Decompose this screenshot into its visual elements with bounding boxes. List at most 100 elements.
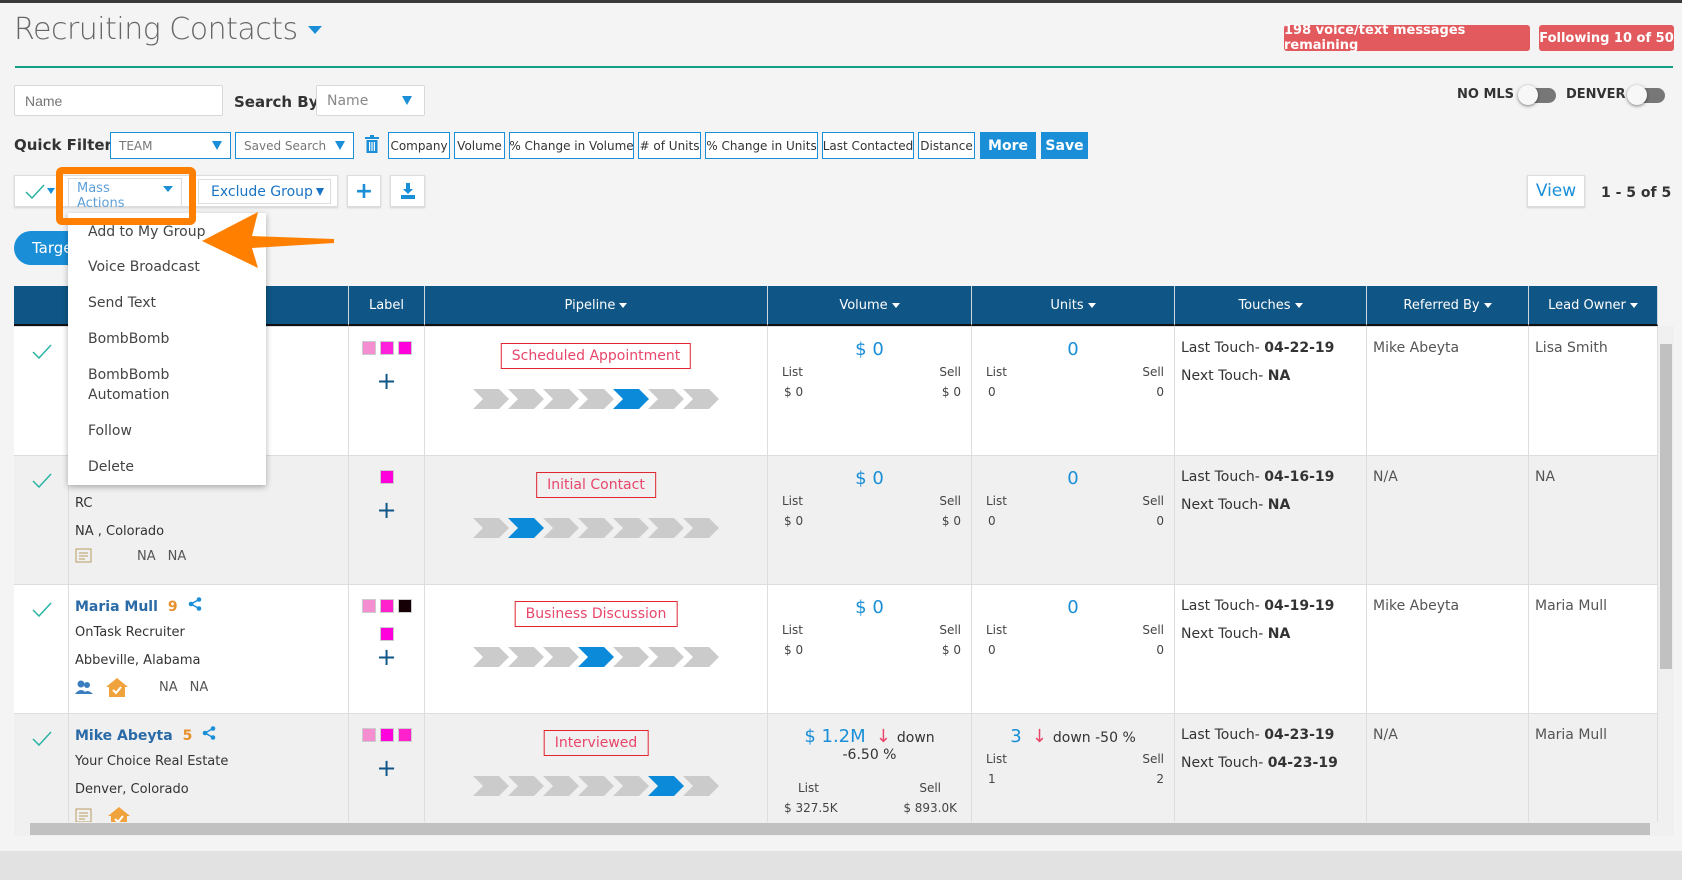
menu-item-voice-broadcast[interactable]: Voice Broadcast (88, 257, 200, 277)
menu-item-bombbomb-automation[interactable]: BombBomb Automation (88, 365, 208, 405)
pipeline-stage-chevron[interactable] (648, 389, 684, 409)
check-icon[interactable] (32, 472, 52, 488)
menu-item-delete[interactable]: Delete (88, 457, 134, 477)
column-header-pipeline[interactable]: Pipeline (425, 286, 768, 326)
filter-volume-button[interactable]: Volume (454, 132, 505, 159)
pipeline-stage-chevron[interactable] (683, 647, 719, 667)
name-search-input[interactable] (14, 85, 223, 116)
contact-name-link[interactable]: Mike Abeyta (75, 728, 173, 744)
add-label-icon[interactable]: + (349, 756, 424, 780)
filter-change-volume-button[interactable]: % Change in Volume (509, 132, 634, 159)
units-sell-value: 2 (1156, 772, 1164, 786)
view-button[interactable]: View (1527, 175, 1585, 207)
label-swatch[interactable] (379, 341, 394, 355)
search-by-select[interactable]: Name (316, 85, 425, 116)
add-label-icon[interactable]: + (349, 498, 424, 522)
label-swatch[interactable] (361, 728, 376, 742)
units-sell-value: 0 (1156, 514, 1164, 528)
vertical-scrollbar[interactable] (1658, 326, 1674, 822)
label-swatch[interactable] (361, 341, 376, 355)
denver-toggle[interactable] (1627, 85, 1665, 105)
pipeline-stage-chevron[interactable] (473, 518, 509, 538)
column-header-lead-owner[interactable]: Lead Owner (1529, 286, 1658, 326)
house-check-icon[interactable] (107, 806, 131, 822)
column-header-volume[interactable]: Volume (768, 286, 972, 326)
pipeline-stage-chevron[interactable] (543, 389, 579, 409)
share-icon[interactable] (202, 726, 216, 740)
pipeline-stage-chevron[interactable] (508, 776, 544, 796)
column-header-referred-by[interactable]: Referred By (1367, 286, 1529, 326)
label-swatch[interactable] (397, 728, 412, 742)
save-button[interactable]: Save (1041, 132, 1088, 159)
check-icon[interactable] (32, 601, 52, 617)
column-header-units[interactable]: Units (972, 286, 1175, 326)
horizontal-scrollbar[interactable] (14, 822, 1674, 836)
pipeline-stage-chevron[interactable] (613, 647, 649, 667)
exclude-group-select[interactable]: Exclude Group (198, 179, 331, 204)
label-swatch[interactable] (397, 341, 412, 355)
team-select[interactable]: TEAM (110, 132, 231, 159)
label-swatch[interactable] (379, 728, 394, 742)
pipeline-stage-chevron[interactable] (613, 776, 649, 796)
pipeline-stage-chevron[interactable] (683, 389, 719, 409)
saved-search-select[interactable]: Saved Search (235, 132, 354, 159)
no-mls-toggle[interactable] (1518, 85, 1556, 105)
pipeline-stage-chevron[interactable] (578, 647, 614, 667)
label-swatch[interactable] (379, 470, 394, 484)
pipeline-stage-chevron[interactable] (578, 776, 614, 796)
pipeline-stage-chevron[interactable] (543, 647, 579, 667)
trash-icon[interactable] (365, 135, 379, 153)
column-header-label: Referred By (1403, 297, 1480, 313)
label-swatch[interactable] (379, 627, 394, 641)
pipeline-stage-chevron[interactable] (648, 647, 684, 667)
menu-item-add-to-my-group[interactable]: Add to My Group (88, 222, 206, 242)
contact-icons: NA NA (75, 548, 186, 564)
team-icon[interactable] (75, 679, 93, 695)
chevron-down-icon (307, 25, 322, 34)
pipeline-stage-chevron[interactable] (473, 389, 509, 409)
label-swatch[interactable] (397, 599, 412, 613)
check-icon[interactable] (32, 730, 52, 746)
pipeline-stage-chevron[interactable] (683, 776, 719, 796)
house-check-icon[interactable] (105, 677, 129, 697)
add-contact-button[interactable]: + (347, 175, 381, 207)
menu-item-send-text[interactable]: Send Text (88, 293, 156, 313)
page-title-dropdown[interactable]: Recruiting Contacts (14, 12, 322, 47)
notes-icon[interactable] (75, 548, 93, 564)
column-header-touches[interactable]: Touches (1175, 286, 1367, 326)
pipeline-stage-chevron[interactable] (578, 389, 614, 409)
pipeline-stage-chevron[interactable] (508, 518, 544, 538)
filter-units-button[interactable]: # of Units (638, 132, 701, 159)
pipeline-stage-chevron[interactable] (508, 389, 544, 409)
filter-last-contacted-button[interactable]: Last Contacted (822, 132, 914, 159)
download-button[interactable] (390, 175, 425, 207)
menu-item-follow[interactable]: Follow (88, 421, 132, 441)
pipeline-stage-chevron[interactable] (508, 647, 544, 667)
filter-distance-button[interactable]: Distance (918, 132, 975, 159)
notes-icon[interactable] (75, 808, 93, 822)
pipeline-stage-chevron[interactable] (648, 776, 684, 796)
pipeline-stage-chevron[interactable] (613, 518, 649, 538)
pipeline-stage-chevron[interactable] (578, 518, 614, 538)
add-label-icon[interactable]: + (349, 645, 424, 669)
label-swatch[interactable] (361, 599, 376, 613)
menu-item-bombbomb[interactable]: BombBomb (88, 329, 169, 349)
filter-change-units-button[interactable]: % Change in Units (705, 132, 818, 159)
check-icon[interactable] (32, 343, 52, 359)
select-all-dropdown[interactable] (25, 183, 55, 199)
volume-sell-value: $ 0 (941, 385, 961, 399)
pipeline-stage-chevron[interactable] (473, 647, 509, 667)
filter-company-button[interactable]: Company (388, 132, 450, 159)
label-swatch[interactable] (379, 599, 394, 613)
pipeline-stage-chevron[interactable] (473, 776, 509, 796)
select-cell (14, 456, 69, 584)
pipeline-stage-chevron[interactable] (683, 518, 719, 538)
pipeline-stage-chevron[interactable] (543, 776, 579, 796)
add-label-icon[interactable]: + (349, 369, 424, 393)
pipeline-stage-chevron[interactable] (648, 518, 684, 538)
share-icon[interactable] (188, 597, 202, 611)
pipeline-stage-chevron[interactable] (613, 389, 649, 409)
more-button[interactable]: More (980, 132, 1036, 159)
pipeline-stage-chevron[interactable] (543, 518, 579, 538)
contact-name-link[interactable]: Maria Mull (75, 599, 158, 615)
